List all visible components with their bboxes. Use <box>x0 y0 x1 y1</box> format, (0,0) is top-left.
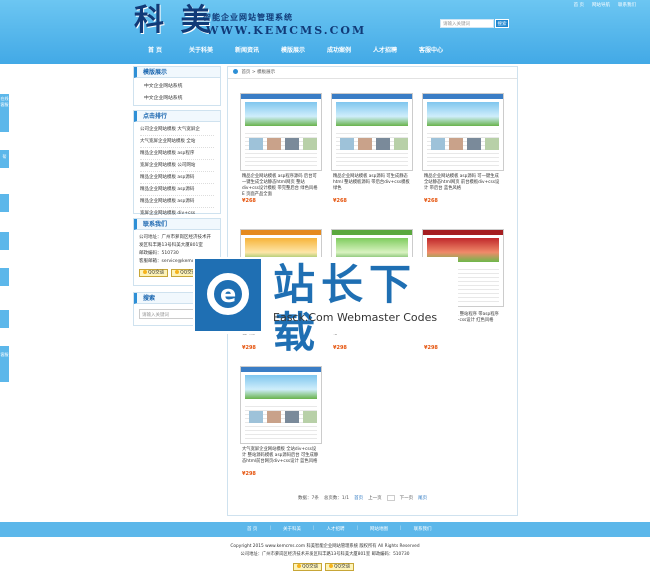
rank-item[interactable]: 精品企业网站模板 asp源码 <box>140 196 214 208</box>
top-link-contact[interactable]: 联系我们 <box>618 2 636 8</box>
breadcrumb-home[interactable]: 首页 <box>241 70 250 75</box>
rank-item[interactable]: 宽屏企业网站模板 公司网站 <box>140 160 214 172</box>
side-tab-6[interactable] <box>0 310 9 328</box>
footer-qq-button[interactable]: QQ交谈 <box>325 563 355 571</box>
product-price: ¥268 <box>242 198 256 204</box>
nav-item-jobs[interactable]: 人才招聘 <box>362 44 408 58</box>
logo-subtitle: 智能企业网站管理系统 <box>203 13 293 22</box>
side-tab-help[interactable]: 帮 <box>0 150 9 168</box>
side-tab-3[interactable] <box>0 194 9 212</box>
side-tab-5[interactable] <box>0 268 9 286</box>
pager-next[interactable]: 下一页 <box>400 495 414 501</box>
breadcrumb-current: 模板展示 <box>257 70 276 75</box>
rank-title: 点击排行 <box>134 111 220 122</box>
product-title[interactable]: 精品企业网站模板 asp源码 可一键生成全站静态html网页 前台模板div+c… <box>422 171 504 198</box>
rank-box: 点击排行 公司企业网站模板 大气宽屏企 大气宽屏企业网站模板 全站 精品企业网站… <box>133 110 221 220</box>
footer-sep: | <box>312 526 315 531</box>
header: 科 美 智能企业网站管理系统 WWW.KEMCMS.COM 首 页 网站导航 联… <box>0 0 650 64</box>
pager-total: 数据：7条 <box>298 496 319 501</box>
footer-address: 公司地址：广州市萝岗区经济技术开发区科丰路13号科美大厦801室 邮政编码：51… <box>240 552 410 557</box>
product-thumbnail[interactable] <box>240 93 322 171</box>
product-title[interactable]: 大气宽屏企业网站模板 全站div+css设计 整站源码模板 asp源码后台 可生… <box>240 444 322 471</box>
footer-link-sitemap[interactable]: 网站地图 <box>370 526 388 532</box>
contact-line: 公司地址：广州市萝岗区经济技术开 <box>139 235 211 240</box>
home-icon <box>233 69 238 74</box>
breadcrumb: 首页 > 模板展示 <box>228 67 517 79</box>
product-card[interactable]: 精品企业网站模板 asp程序源码 后台可一键生成全站静态html网页 整站div… <box>240 93 322 204</box>
footer-link-jobs[interactable]: 人才招聘 <box>327 526 345 532</box>
qq-chat-button[interactable]: QQ交谈 <box>139 269 169 277</box>
product-thumbnail[interactable] <box>331 93 413 171</box>
top-link-sitemap[interactable]: 网站导航 <box>592 2 610 8</box>
product-title[interactable]: 精品企业网站模板 asp源码 可生成静态html 整站模板源码 带后台div+c… <box>331 171 413 198</box>
product-card[interactable]: 精品企业网站模板 asp源码 可生成静态html 整站模板源码 带后台div+c… <box>331 93 413 204</box>
qq-label: QQ交谈 <box>334 564 351 570</box>
rank-item[interactable]: 精品企业网站模板 asp源码 <box>140 184 214 196</box>
qq-icon <box>143 270 147 274</box>
nav-item-service[interactable]: 客服中心 <box>408 44 454 58</box>
pagination: 数据：7条 总页数：1/1 首页 上一页 下一页 尾页 <box>298 495 427 501</box>
rank-item[interactable]: 公司企业网站模板 大气宽屏企 <box>140 124 214 136</box>
product-title[interactable]: 精品企业网站模板 asp程序源码 后台可一键生成全站静态html网页 整站div… <box>240 171 322 198</box>
side-tab-online-service[interactable]: 在线客服 <box>0 94 9 132</box>
watermark-cn: 站长下载 <box>273 260 418 357</box>
logo[interactable]: 科 美 <box>134 4 213 38</box>
footer-copyright: Copyright 2015 www.kemcms.com 科美智能企业网站管理… <box>230 544 420 549</box>
footer-link-about[interactable]: 关于科美 <box>283 526 301 532</box>
rank-item[interactable]: 精品企业网站模板 asp程序 <box>140 148 214 160</box>
category-item[interactable]: 中文企业网站系统 <box>144 81 210 93</box>
nav-item-home[interactable]: 首 页 <box>132 44 178 58</box>
qq-icon <box>175 270 180 274</box>
top-links: 首 页 网站导航 联系我们 <box>574 2 636 8</box>
category-item[interactable]: 中文企业网站系统 <box>144 93 210 105</box>
logo-url: WWW.KEMCMS.COM <box>206 24 367 37</box>
product-price: ¥298 <box>242 471 256 477</box>
qq-icon <box>297 564 301 568</box>
nav-item-about[interactable]: 关于科美 <box>178 44 224 58</box>
side-tab-service[interactable]: 客服 <box>0 346 9 382</box>
header-search-input[interactable]: 请输入关键词 <box>440 19 494 28</box>
header-search-button[interactable]: 搜索 <box>495 19 509 28</box>
qq-icon <box>329 564 333 568</box>
nav-item-cases[interactable]: 成功案例 <box>316 44 362 58</box>
qq-label: QQ交谈 <box>302 564 319 570</box>
footer-sep: | <box>269 526 271 531</box>
nav-item-news[interactable]: 新闻资讯 <box>224 44 270 58</box>
nav-item-templates[interactable]: 模版展示 <box>270 44 316 58</box>
watermark-logo-icon: e <box>195 259 261 331</box>
product-card[interactable]: 精品企业网站模板 asp源码 可一键生成全站静态html网页 前台模板div+c… <box>422 93 504 204</box>
product-thumbnail[interactable] <box>240 366 322 444</box>
product-card[interactable]: 大气宽屏企业网站模板 全站div+css设计 整站源码模板 asp源码后台 可生… <box>240 366 322 477</box>
pager-pages: 总页数：1/1 <box>323 496 350 501</box>
footer-sep: | <box>356 526 359 531</box>
rank-item[interactable]: 精品企业网站模板 asp源码 <box>140 172 214 184</box>
rank-item[interactable]: 大气宽屏企业网站模板 全站 <box>140 136 214 148</box>
contact-line: 发区科丰路13号科美大厦801室 <box>139 243 203 248</box>
product-price: ¥268 <box>333 198 347 204</box>
pager-first[interactable]: 首页 <box>354 495 363 501</box>
watermark-en: Easck.Com Webmaster Codes <box>273 311 438 324</box>
top-link-home[interactable]: 首 页 <box>574 2 584 8</box>
side-tab-4[interactable] <box>0 232 9 250</box>
pager-prev[interactable]: 上一页 <box>368 495 382 501</box>
product-thumbnail[interactable] <box>422 93 504 171</box>
page: 科 美 智能企业网站管理系统 WWW.KEMCMS.COM 首 页 网站导航 联… <box>0 0 650 588</box>
pager-jump-input[interactable] <box>386 495 395 501</box>
footer-sep: | <box>400 526 402 531</box>
qq-label: QQ交谈 <box>148 270 165 276</box>
main-nav: 首 页 关于科美 新闻资讯 模版展示 成功案例 人才招聘 客服中心 <box>132 44 454 58</box>
product-price: ¥268 <box>424 198 438 204</box>
contact-title: 联系我们 <box>134 219 220 230</box>
category-box: 模版展示 中文企业网站系统 中文企业网站系统 <box>133 66 221 106</box>
footer-link-contact[interactable]: 联系我们 <box>414 526 432 532</box>
footer-nav: 首 页 | 关于科美 | 人才招聘 | 网站地图 | 联系我们 <box>247 526 432 532</box>
category-title: 模版展示 <box>134 67 220 78</box>
pager-last[interactable]: 尾页 <box>418 495 427 501</box>
footer-qq-button[interactable]: QQ交谈 <box>293 563 323 571</box>
footer-link-home[interactable]: 首 页 <box>247 526 257 532</box>
watermark-overlay: e 站长下载 Easck.Com Webmaster Codes <box>193 257 458 357</box>
